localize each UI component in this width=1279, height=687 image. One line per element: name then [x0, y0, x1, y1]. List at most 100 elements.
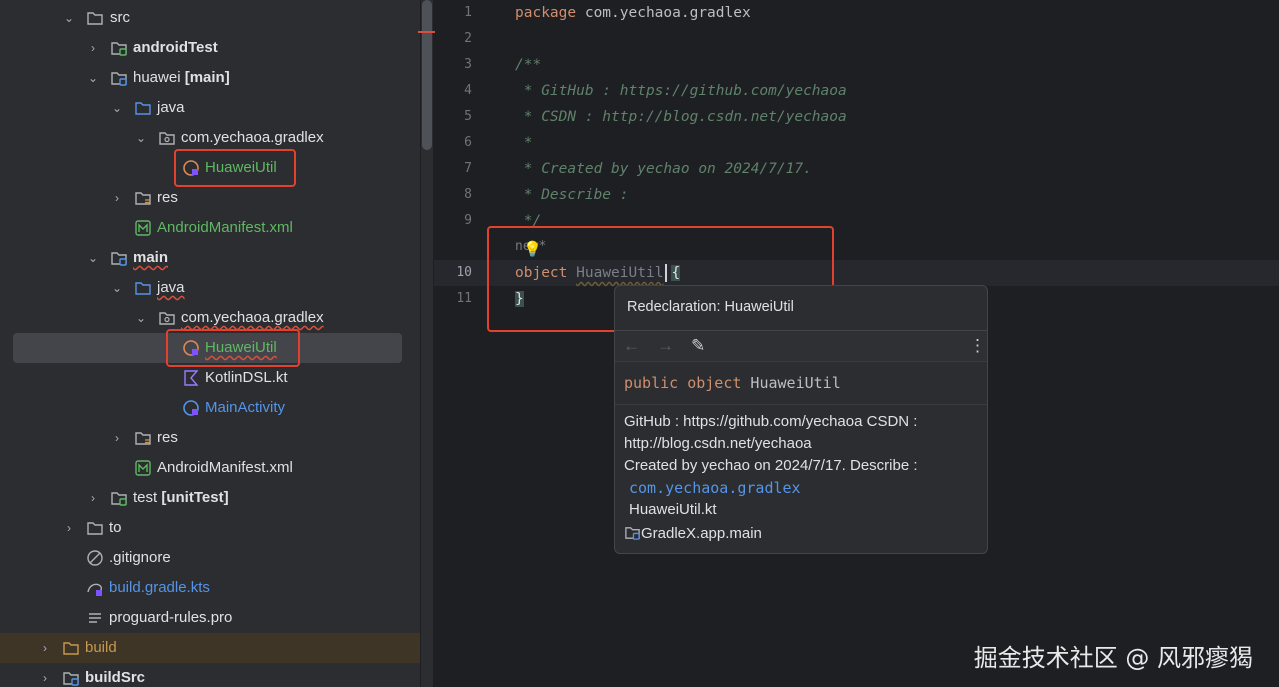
tree-item-label: java [157, 273, 185, 303]
tree-item-manifest-huawei[interactable]: AndroidManifest.xml [0, 213, 420, 243]
line-number: 8 [464, 187, 472, 202]
back-arrow-icon[interactable]: ← [623, 336, 640, 356]
tree-item-label: proguard-rules.pro [109, 609, 233, 626]
tree-scrollbar[interactable] [421, 0, 433, 687]
tree-item-androidtest[interactable]: › androidTest [0, 33, 420, 63]
source-set-tag: [main] [184, 69, 230, 86]
module-name: GradleX.app.main [641, 525, 762, 542]
manifest-icon [135, 220, 151, 236]
module-folder-icon [111, 252, 127, 266]
doc-package-link[interactable]: com.yechaoa.gradlex [629, 479, 801, 497]
chevron-right-icon[interactable]: › [62, 513, 76, 543]
tree-item-label: MainActivity [205, 399, 286, 416]
package-name: com.yechaoa.gradlex [181, 309, 324, 326]
forward-arrow-icon[interactable]: → [657, 336, 674, 356]
package-name: com.yechaoa.gradlex [576, 5, 751, 21]
tree-item-label: AndroidManifest.xml [157, 459, 293, 476]
chevron-down-icon[interactable]: ⌄ [110, 273, 124, 303]
tree-item-proguard[interactable]: proguard-rules.pro [0, 603, 420, 633]
edit-source-icon[interactable]: ✎ [691, 336, 705, 356]
line-number: 7 [464, 161, 472, 176]
tree-item-test[interactable]: › test [unitTest] [0, 483, 420, 513]
tree-item-label: KotlinDSL.kt [205, 369, 288, 386]
resource-folder-icon [135, 192, 151, 205]
text-file-icon [89, 613, 101, 623]
tree-item-build-gradle[interactable]: build.gradle.kts [0, 573, 420, 603]
package-icon [159, 132, 175, 145]
tree-item-to[interactable]: › to [0, 513, 420, 543]
package-icon [159, 312, 175, 325]
tree-item-label: res [157, 429, 178, 446]
line-number: 2 [464, 31, 472, 46]
tree-item-label: .gitignore [109, 549, 171, 566]
line-number: 3 [464, 57, 472, 72]
doc-text: Created by yechao on 2024/7/17. Describe… [624, 457, 918, 474]
tree-item-res[interactable]: › res [0, 183, 420, 213]
module-folder-icon [111, 42, 127, 56]
chevron-down-icon[interactable]: ⌄ [86, 243, 100, 273]
chevron-down-icon[interactable]: ⌄ [134, 303, 148, 333]
line-number: 11 [456, 291, 472, 306]
chevron-right-icon[interactable]: › [38, 663, 52, 687]
chevron-right-icon[interactable]: › [86, 33, 100, 63]
tree-item-java[interactable]: ⌄ java [0, 93, 420, 123]
doc-text: GitHub : https://github.com/yechaoa CSDN… [624, 413, 918, 452]
tree-item-buildsrc[interactable]: › buildSrc [0, 663, 420, 687]
tree-item-label: build [85, 639, 117, 656]
source-set-tag: [unitTest] [161, 489, 229, 506]
chevron-right-icon[interactable]: › [38, 633, 52, 663]
divider [615, 404, 987, 405]
code-line-8: * Describe : [515, 187, 629, 203]
source-folder-icon [135, 282, 151, 295]
code-line-3: /** [515, 57, 542, 73]
manifest-icon [135, 460, 151, 476]
tree-item-label: test [unitTest] [133, 483, 229, 513]
tree-item-huawei-main[interactable]: ⌄ huawei [main] [0, 63, 420, 93]
tree-item-label: main [133, 243, 168, 273]
line-number: 1 [464, 5, 472, 20]
code-line-5: * CSDN : http://blog.csdn.net/yechaoa [515, 109, 847, 125]
tree-item-label: build.gradle.kts [109, 579, 210, 596]
documentation-popup: ← → ✎ ⋮ public object HuaweiUtil GitHub … [614, 331, 988, 554]
tree-item-label: huawei [main] [133, 63, 230, 93]
tree-item-main[interactable]: ⌄ main [0, 243, 420, 273]
tree-item-mainactivity[interactable]: MainActivity [0, 393, 420, 423]
line-number: 6 [464, 135, 472, 150]
gradle-icon [87, 583, 103, 596]
tree-item-label: androidTest [133, 39, 218, 56]
chevron-down-icon[interactable]: ⌄ [134, 123, 148, 153]
scrollbar-thumb[interactable] [422, 0, 432, 150]
tree-item-build[interactable]: › build [0, 633, 420, 663]
folder-icon [87, 12, 103, 25]
chevron-down-icon[interactable]: ⌄ [110, 93, 124, 123]
chevron-right-icon[interactable]: › [110, 423, 124, 453]
tree-item-res[interactable]: › res [0, 423, 420, 453]
resource-folder-icon [135, 432, 151, 445]
code-line-6: * [515, 135, 533, 151]
signature: public object HuaweiUtil [624, 374, 841, 392]
tree-item-manifest-main[interactable]: AndroidManifest.xml [0, 453, 420, 483]
line-number: 10 [456, 265, 472, 280]
tree-item-java[interactable]: ⌄ java [0, 273, 420, 303]
line-number: 5 [464, 109, 472, 124]
line-number: 4 [464, 83, 472, 98]
highlight-box [166, 329, 300, 367]
error-stripe-mark [418, 31, 435, 33]
chevron-down-icon[interactable]: ⌄ [86, 63, 100, 93]
chevron-right-icon[interactable]: › [86, 483, 100, 513]
tree-item-kotlindsl[interactable]: KotlinDSL.kt [0, 363, 420, 393]
folder-name: java [157, 279, 185, 296]
line-number: 9 [464, 213, 472, 228]
module-folder-icon [111, 492, 127, 506]
ignore-file-icon [87, 550, 103, 566]
excluded-folder-icon [63, 642, 79, 655]
tree-item-src[interactable]: ⌄ src [0, 3, 420, 33]
folder-icon [87, 522, 103, 535]
chevron-right-icon[interactable]: › [110, 183, 124, 213]
error-tooltip: Redeclaration: HuaweiUtil [614, 285, 988, 331]
chevron-down-icon[interactable]: ⌄ [62, 3, 76, 33]
module-folder-icon [111, 72, 127, 86]
more-options-icon[interactable]: ⋮ [969, 336, 986, 356]
tree-item-gitignore[interactable]: .gitignore [0, 543, 420, 573]
kotlin-class-icon [183, 400, 199, 416]
